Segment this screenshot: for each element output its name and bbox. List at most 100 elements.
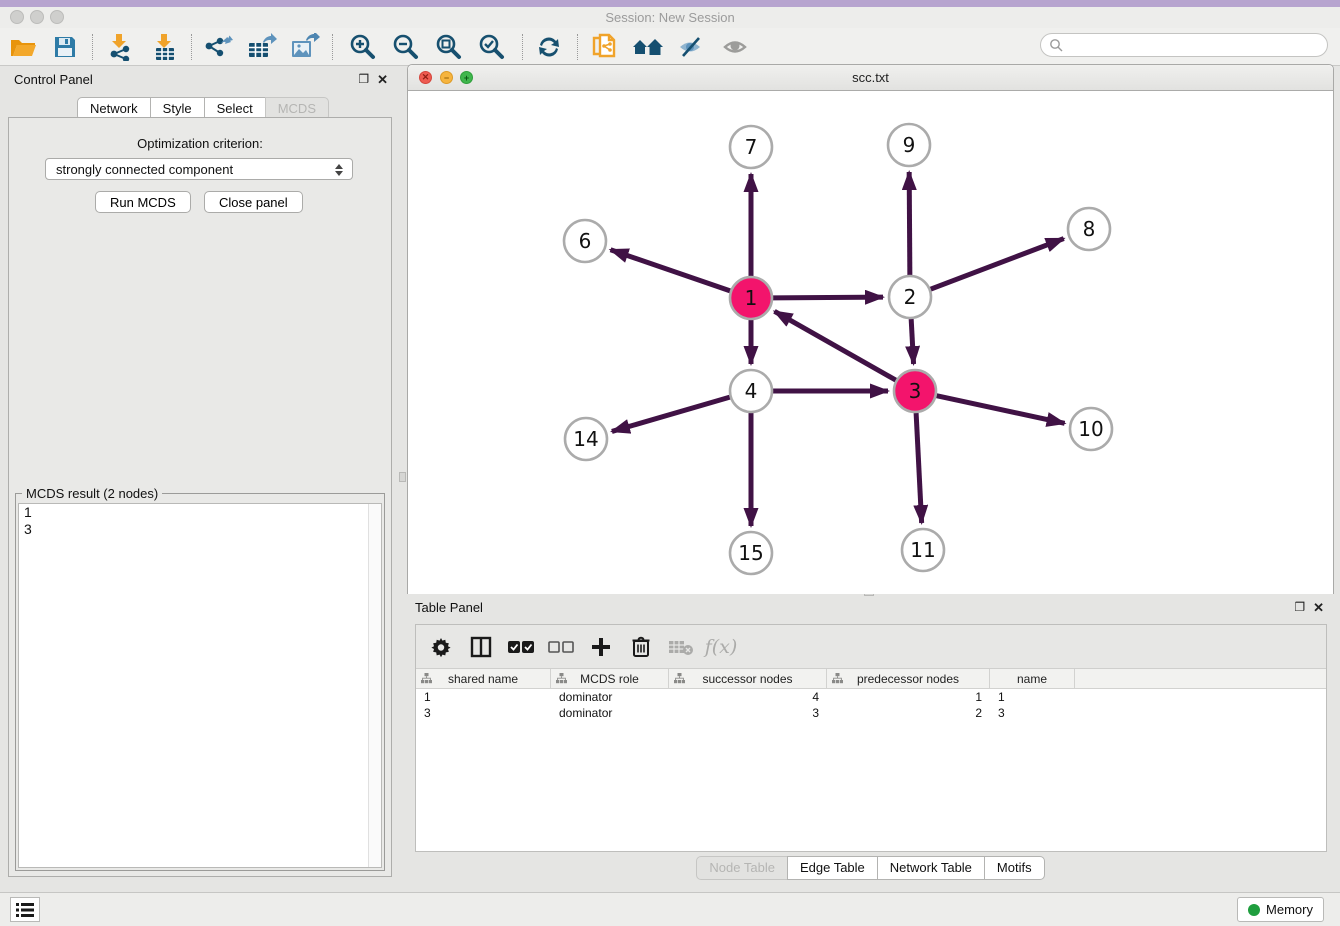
table-cell[interactable]: 1 (827, 690, 990, 704)
network-graph[interactable]: 7968124314101511 (408, 91, 1333, 594)
table-tabs: Node TableEdge TableNetwork TableMotifs (407, 856, 1334, 880)
memory-status-icon (1248, 904, 1260, 916)
refresh-icon[interactable] (531, 32, 567, 62)
edge-3-10[interactable] (937, 396, 1065, 424)
column-header-successor-nodes[interactable]: successor nodes (669, 669, 827, 688)
column-header-label: predecessor nodes (857, 672, 959, 686)
zoom-in-icon[interactable] (344, 32, 380, 62)
save-session-icon[interactable] (47, 32, 83, 62)
deselect-all-icon[interactable] (548, 634, 574, 660)
graph-node-label-15: 15 (738, 541, 763, 565)
zoom-out-icon[interactable] (387, 32, 423, 62)
tab-motifs[interactable]: Motifs (984, 856, 1045, 880)
table-cell[interactable]: dominator (551, 706, 669, 720)
column-header-label: shared name (448, 672, 518, 686)
search-input[interactable] (1040, 33, 1328, 57)
edge-1-6[interactable] (611, 250, 731, 291)
export-network-icon[interactable] (200, 32, 236, 62)
close-panel-button[interactable]: Close panel (204, 191, 303, 213)
graph-node-label-6: 6 (579, 229, 592, 253)
edge-2-8[interactable] (931, 239, 1064, 290)
column-header-name[interactable]: name (990, 669, 1075, 688)
memory-button[interactable]: Memory (1237, 897, 1324, 922)
table-cell[interactable]: 1 (416, 690, 551, 704)
edge-2-3[interactable] (911, 319, 913, 364)
export-image-icon[interactable] (287, 32, 323, 62)
graph-node-label-7: 7 (745, 135, 758, 159)
table-cell[interactable]: 2 (827, 706, 990, 720)
table-cell[interactable]: dominator (551, 690, 669, 704)
zoom-selected-icon[interactable] (473, 32, 509, 62)
zoom-fit-icon[interactable] (430, 32, 466, 62)
table-cell[interactable]: 1 (990, 690, 1075, 704)
graph-node-label-8: 8 (1083, 217, 1096, 241)
table-cell[interactable]: 3 (416, 706, 551, 720)
graph-node-label-9: 9 (903, 133, 916, 157)
edge-1-2[interactable] (773, 297, 883, 298)
graph-node-label-2: 2 (904, 285, 917, 309)
window-top-accent (0, 0, 1340, 7)
table-cell[interactable]: 4 (669, 690, 827, 704)
memory-label: Memory (1266, 902, 1313, 917)
table-row[interactable]: 1dominator411 (416, 689, 1326, 705)
toolbar-separator (577, 34, 578, 60)
mcds-panel: Optimization criterion: strongly connect… (8, 117, 392, 877)
edge-3-11[interactable] (916, 413, 922, 523)
mcds-result-line: 3 (19, 521, 381, 538)
table-cell[interactable]: 3 (669, 706, 827, 720)
toolbar-separator (332, 34, 333, 60)
network-window-titlebar[interactable]: ✕ − + scc.txt (408, 65, 1333, 91)
import-network-icon[interactable] (102, 32, 138, 62)
hide-selected-icon[interactable] (674, 32, 710, 62)
result-scrollbar[interactable] (368, 504, 381, 867)
main-toolbar (0, 28, 1340, 66)
edge-3-1[interactable] (774, 311, 895, 380)
control-panel-float-icon[interactable]: ❐ (358, 72, 369, 88)
mcds-result-text[interactable]: 13 (18, 503, 382, 868)
delete-column-icon[interactable] (628, 634, 654, 660)
tab-network-table[interactable]: Network Table (877, 856, 985, 880)
control-panel-close-icon[interactable]: ✕ (377, 72, 388, 88)
toolbar-separator (92, 34, 93, 60)
run-mcds-button[interactable]: Run MCDS (95, 191, 191, 213)
network-canvas[interactable]: 7968124314101511 (408, 91, 1333, 594)
select-all-icon[interactable] (508, 634, 534, 660)
clone-network-icon[interactable] (586, 32, 622, 62)
vertical-splitter-handle[interactable] (399, 472, 406, 482)
search-icon (1049, 38, 1063, 52)
table-header-row: shared name MCDS rolesuccessor nodes prede… (416, 669, 1326, 689)
node-table: shared name MCDS rolesuccessor nodes prede… (416, 669, 1326, 721)
export-table-icon[interactable] (244, 32, 280, 62)
mcds-result-box: MCDS result (2 nodes) 13 (15, 493, 385, 871)
show-all-icon[interactable] (718, 32, 754, 62)
column-header-MCDS-role[interactable]: MCDS role (551, 669, 669, 688)
tab-edge-table[interactable]: Edge Table (787, 856, 878, 880)
toolbar-separator (522, 34, 523, 60)
table-settings-icon[interactable] (428, 634, 454, 660)
column-visibility-icon[interactable] (468, 634, 494, 660)
open-session-icon[interactable] (5, 32, 41, 62)
first-neighbors-icon[interactable] (630, 32, 666, 62)
network-view-window: ✕ − + scc.txt 7968124314101511 (407, 64, 1334, 594)
tab-node-table[interactable]: Node Table (696, 856, 788, 880)
table-panel-float-icon[interactable]: ❐ (1294, 600, 1305, 616)
task-history-button[interactable] (10, 897, 40, 922)
import-table-icon[interactable] (147, 32, 183, 62)
graph-node-label-1: 1 (745, 286, 758, 310)
table-row[interactable]: 3dominator323 (416, 705, 1326, 721)
edge-4-14[interactable] (612, 397, 730, 431)
network-window-title: scc.txt (408, 70, 1333, 85)
table-panel-close-icon[interactable]: ✕ (1313, 600, 1324, 616)
column-header-predecessor-nodes[interactable]: predecessor nodes (827, 669, 990, 688)
delete-table-icon (668, 634, 694, 660)
optimization-criterion-label: Optimization criterion: (9, 136, 391, 151)
table-toolbar: f(x) (416, 625, 1326, 669)
column-header-shared-name[interactable]: shared name (416, 669, 551, 688)
mcds-result-title: MCDS result (2 nodes) (22, 486, 162, 501)
add-column-icon[interactable] (588, 634, 614, 660)
criterion-dropdown[interactable]: strongly connected component (45, 158, 353, 180)
edge-2-9[interactable] (909, 172, 910, 275)
window-title: Session: New Session (0, 10, 1340, 25)
mcds-result-line: 1 (19, 504, 381, 521)
table-cell[interactable]: 3 (990, 706, 1075, 720)
